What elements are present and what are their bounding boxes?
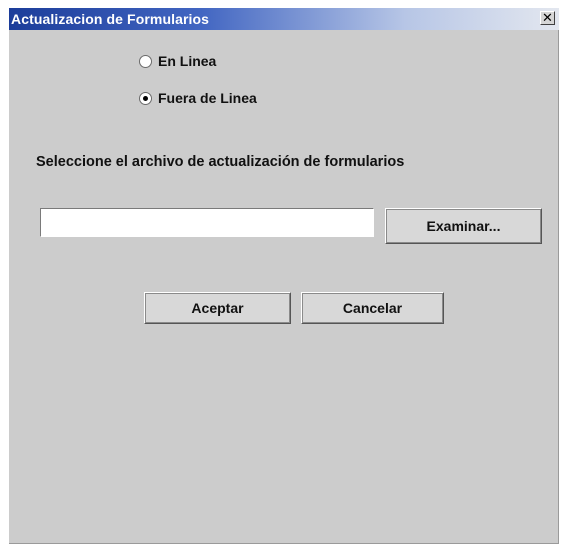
radio-online-option[interactable]: En Linea [139, 52, 216, 70]
close-icon: ✕ [542, 10, 553, 25]
dialog-title: Actualizacion de Formularios [11, 11, 210, 27]
radio-selected-dot [143, 95, 148, 101]
close-button[interactable]: ✕ [540, 11, 555, 25]
radio-offline-option[interactable]: Fuera de Linea [139, 89, 257, 107]
radio-offline[interactable] [139, 91, 152, 105]
radio-offline-label: Fuera de Linea [158, 90, 257, 106]
file-instruction-label: Seleccione el archivo de actualización d… [36, 154, 405, 170]
radio-online[interactable] [139, 54, 152, 68]
accept-button[interactable]: Aceptar [144, 292, 291, 324]
file-path-input[interactable] [40, 208, 374, 237]
update-forms-dialog: Actualizacion de Formularios ✕ En Linea … [9, 8, 559, 544]
title-bar[interactable]: Actualizacion de Formularios ✕ [9, 8, 559, 30]
radio-online-label: En Linea [158, 53, 217, 69]
cancel-button[interactable]: Cancelar [301, 292, 444, 324]
browse-button[interactable]: Examinar... [385, 208, 542, 244]
